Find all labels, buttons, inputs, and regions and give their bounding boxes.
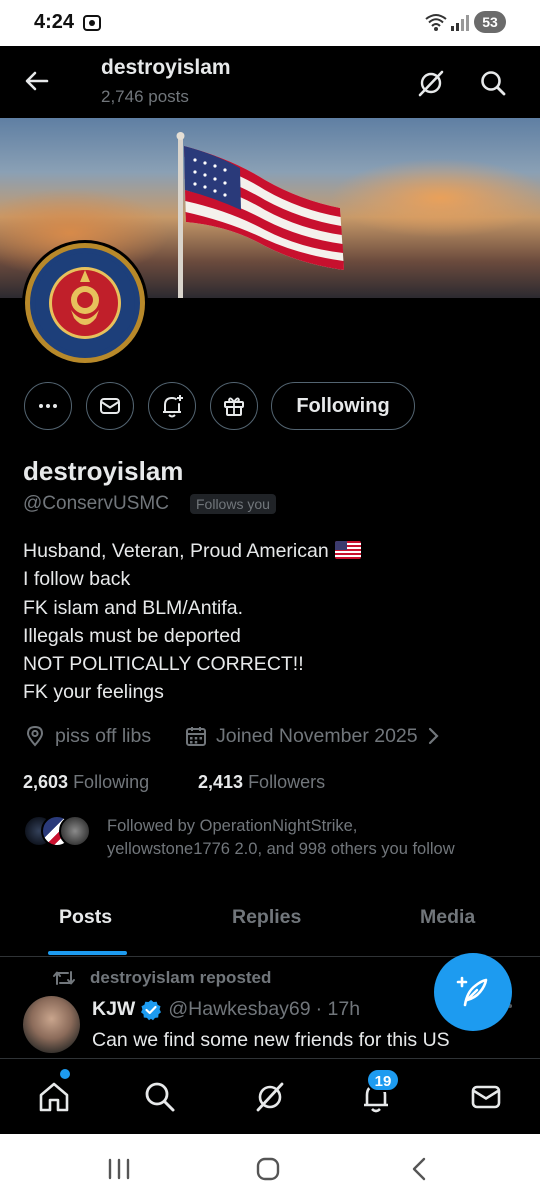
profile-joined[interactable]: Joined November 2025 <box>184 724 444 748</box>
compose-button[interactable] <box>434 953 512 1031</box>
followed-by-line-1: Followed by OperationNightStrike, <box>107 817 358 835</box>
system-navigation-bar <box>0 1134 540 1200</box>
followers-count[interactable]: 2,413 Followers <box>198 772 325 793</box>
wifi-icon <box>425 14 447 31</box>
repost-label: destroyislam reposted <box>90 968 272 987</box>
header-title: destroyislam <box>101 56 231 79</box>
tab-posts[interactable]: Posts <box>59 906 112 929</box>
follower-avatar-3 <box>59 815 91 847</box>
profile-handle: @ConservUSMC <box>23 493 169 514</box>
nav-home[interactable] <box>34 1077 74 1117</box>
navy-seal-emblem <box>35 253 135 353</box>
recents-icon[interactable] <box>104 1154 134 1184</box>
follows-you-badge: Follows you <box>190 494 276 514</box>
us-flag-emoji <box>334 541 361 559</box>
followed-by-line-2: yellowstone1776 2.0, and 998 others you … <box>107 840 455 858</box>
bio-line-4: Illegals must be deported <box>23 624 241 647</box>
more-icon <box>39 404 57 408</box>
home-button-icon[interactable] <box>253 1154 283 1184</box>
bottom-navigation: 19 <box>0 1058 540 1134</box>
followers-number: 2,413 <box>198 772 244 792</box>
post-header[interactable]: KJW @Hawkesbay69 · 17h <box>92 998 360 1021</box>
verified-icon <box>141 999 162 1020</box>
following-count[interactable]: 2,603 Following <box>23 772 149 793</box>
notify-button[interactable] <box>148 382 196 430</box>
repost-indicator: destroyislam reposted <box>52 968 271 988</box>
followed-by-text[interactable]: Followed by OperationNightStrike, yellow… <box>107 815 527 861</box>
gift-button[interactable] <box>210 382 258 430</box>
bio-line-5: NOT POLITICALLY CORRECT!! <box>23 653 304 676</box>
more-button[interactable] <box>24 382 72 430</box>
bio-line-6: FK your feelings <box>23 681 164 704</box>
profile-bio: Husband, Veteran, Proud American I follo… <box>23 537 503 707</box>
calendar-icon <box>186 727 206 746</box>
following-button[interactable]: Following <box>271 382 415 430</box>
signal-icon <box>451 15 469 31</box>
gift-icon <box>224 397 244 416</box>
followed-by-avatars[interactable] <box>23 815 93 849</box>
grok-icon[interactable] <box>416 68 446 98</box>
post-author-name: KJW <box>92 998 136 1020</box>
chevron-right-icon <box>428 727 439 745</box>
location-text: piss off libs <box>55 724 152 747</box>
nav-search[interactable] <box>140 1077 180 1117</box>
tab-replies[interactable]: Replies <box>232 906 301 929</box>
grok-icon <box>256 1082 284 1112</box>
active-tab-indicator <box>48 951 127 955</box>
home-unread-dot <box>60 1069 70 1079</box>
message-button[interactable] <box>86 382 134 430</box>
post-author-handle: @Hawkesbay69 <box>168 998 311 1020</box>
battery-indicator: 53 <box>474 11 506 33</box>
location-icon <box>26 725 44 747</box>
search-icon <box>145 1082 175 1112</box>
status-bar: 4:24 53 <box>0 0 540 46</box>
repost-icon <box>53 971 75 985</box>
profile-header: destroyislam 2,746 posts <box>0 46 540 118</box>
followers-label: Followers <box>248 772 326 792</box>
home-icon <box>39 1082 69 1112</box>
nav-messages[interactable] <box>466 1077 506 1117</box>
profile-avatar[interactable] <box>22 240 148 366</box>
status-time: 4:24 <box>34 11 75 33</box>
bio-line-2: I follow back <box>23 568 131 591</box>
profile-location: piss off libs <box>23 724 151 748</box>
post-author-avatar[interactable] <box>23 996 80 1053</box>
mail-icon <box>471 1085 501 1109</box>
compose-icon <box>456 976 488 1007</box>
bio-line-1: Husband, Veteran, Proud American <box>23 540 329 562</box>
mail-icon <box>100 398 120 414</box>
bio-line-3: FK islam and BLM/Antifa. <box>23 596 244 619</box>
search-icon[interactable] <box>478 68 508 98</box>
back-icon[interactable] <box>405 1154 435 1184</box>
header-post-count: 2,746 posts <box>101 87 189 106</box>
tab-media[interactable]: Media <box>420 906 475 929</box>
post-time: · 17h <box>315 998 361 1020</box>
joined-text: Joined November 2025 <box>216 724 418 747</box>
following-number: 2,603 <box>23 772 69 792</box>
notify-plus-icon <box>163 395 183 418</box>
notifications-badge: 19 <box>366 1068 400 1092</box>
post-text[interactable]: Can we find some new friends for this US <box>92 1029 450 1052</box>
following-label: Following <box>73 772 150 792</box>
back-arrow-icon[interactable] <box>22 66 52 96</box>
profile-display-name: destroyislam <box>23 456 184 486</box>
nav-grok[interactable] <box>250 1077 290 1117</box>
screenshot-icon <box>83 15 101 31</box>
